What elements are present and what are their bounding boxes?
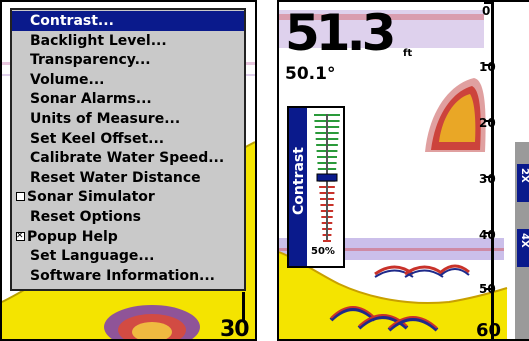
zoom-4x-label: 4X: [519, 233, 529, 248]
contrast-slider-knob[interactable]: [316, 173, 338, 182]
menu-item-label: Reset Options: [30, 209, 142, 225]
menu-item-label: Volume...: [30, 71, 105, 88]
menu-item-label: Sonar Alarms...: [30, 91, 152, 108]
zoom-4x-tab[interactable]: 4X: [517, 229, 529, 267]
depth-unit: ft: [403, 48, 413, 59]
menu-item-set-keel-offset[interactable]: Set Keel Offset...: [12, 129, 244, 149]
water-temperature: 50.1°: [285, 64, 336, 84]
depth-readout: 51.3: [285, 4, 396, 62]
menu-item-software-information[interactable]: Software Information...: [12, 266, 244, 286]
menu-item-reset-water-distance[interactable]: Reset Water Distance: [12, 168, 244, 188]
contrast-percent: 50%: [311, 246, 335, 257]
menu-item-label: Transparency...: [30, 52, 151, 69]
right-screen: 51.3 ft 50.1° 0 10 20 30 40 50 60 2X 4X …: [277, 0, 529, 341]
depth-scale-0: 0: [482, 4, 491, 18]
menu-item-label: Calibrate Water Speed...: [30, 150, 225, 167]
depth-scale-10: 10: [479, 60, 496, 74]
menu-item-backlight-level[interactable]: Backlight Level...: [12, 31, 244, 51]
menu-item-label: Sonar Simulator: [27, 189, 155, 206]
settings-menu: Contrast... Backlight Level... Transparenc…: [10, 8, 246, 291]
depth-scale-60: 60: [476, 320, 502, 341]
depth-scale-20: 20: [479, 116, 496, 130]
zoom-2x-label: 2X: [519, 168, 529, 183]
menu-item-label: Set Language...: [30, 248, 155, 265]
depth-scale-label: 30: [220, 317, 250, 341]
zoom-2x-tab[interactable]: 2X: [517, 164, 529, 202]
menu-item-transparency[interactable]: Transparency...: [12, 50, 244, 70]
menu-item-calibrate-water-speed[interactable]: Calibrate Water Speed...: [12, 148, 244, 168]
checkbox-unchecked-icon[interactable]: [16, 192, 25, 202]
menu-item-reset-options[interactable]: Reset Options: [12, 207, 244, 227]
menu-item-units-of-measure[interactable]: Units of Measure...: [12, 109, 244, 129]
menu-item-label: Contrast...: [30, 13, 114, 29]
menu-item-label: Software Information...: [30, 267, 215, 284]
menu-item-set-language[interactable]: Set Language...: [12, 246, 244, 266]
depth-scale-40: 40: [479, 228, 496, 242]
menu-item-label: Popup Help: [27, 228, 118, 245]
menu-item-sonar-simulator[interactable]: Sonar Simulator: [12, 187, 244, 207]
menu-item-contrast[interactable]: Contrast...: [12, 11, 244, 31]
contrast-scale-tick: [323, 240, 331, 242]
menu-item-popup-help[interactable]: Popup Help: [12, 227, 244, 247]
menu-item-label: Backlight Level...: [30, 32, 167, 49]
depth-scale-30: 30: [479, 172, 496, 186]
contrast-title-bar: Contrast: [289, 108, 307, 266]
menu-item-volume[interactable]: Volume...: [12, 70, 244, 90]
menu-item-label: Reset Water Distance: [30, 169, 201, 186]
left-screen: Contrast... Backlight Level... Transparenc…: [0, 0, 257, 341]
menu-item-label: Set Keel Offset...: [30, 130, 165, 147]
contrast-popup: Contrast 50%: [287, 106, 345, 268]
menu-item-label: Units of Measure...: [30, 111, 181, 127]
menu-item-sonar-alarms[interactable]: Sonar Alarms...: [12, 89, 244, 109]
depth-scale-50: 50: [479, 282, 496, 296]
checkbox-checked-icon[interactable]: [16, 231, 25, 241]
contrast-title: Contrast: [291, 147, 307, 215]
contrast-slider[interactable]: [309, 112, 345, 244]
